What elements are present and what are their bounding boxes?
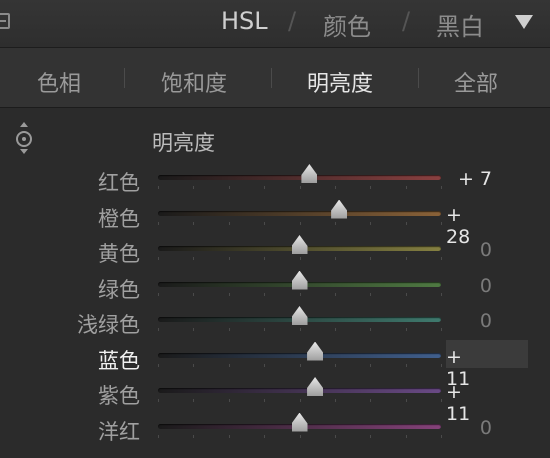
slider-label: 黄色 — [98, 242, 140, 266]
slider-thumb[interactable] — [291, 235, 308, 254]
tab-hue[interactable]: 色相 — [37, 66, 81, 98]
slider-label: 橙色 — [98, 206, 140, 231]
tab-saturation[interactable]: 饱和度 — [161, 66, 227, 98]
slider-row: 浅绿色 0 — [0, 304, 550, 340]
slider-track[interactable] — [158, 235, 441, 254]
tab-luminance[interactable]: 明亮度 — [307, 66, 373, 98]
slider-value: 0 — [479, 310, 492, 332]
slider-ticks — [158, 257, 442, 260]
slider-track[interactable] — [158, 270, 441, 290]
slider-value-field[interactable]: 0 — [446, 233, 528, 261]
slider-row: 红色 + 7 — [0, 162, 550, 198]
slider-label: 洋红 — [98, 419, 140, 444]
slider-ticks — [158, 221, 442, 225]
tab-divider — [124, 68, 125, 88]
slider-value: 0 — [479, 274, 492, 297]
slider-row: 绿色 0 — [0, 269, 550, 305]
slider-value-field[interactable]: 0 — [446, 304, 528, 332]
slider-track[interactable] — [158, 341, 441, 361]
slider-row: 紫色 + 11 — [0, 375, 550, 425]
slider-ticks — [158, 363, 442, 367]
slider-value: 0 — [479, 416, 492, 439]
header-separator: / — [288, 7, 297, 35]
slider-thumb[interactable] — [301, 164, 318, 183]
slider-value-field[interactable]: + 11 — [446, 339, 528, 390]
slider-row: 黄色 0 — [0, 233, 550, 269]
slider-value-field[interactable]: + 7 — [446, 162, 528, 190]
slider-thumb[interactable] — [331, 199, 348, 219]
header-tab-color[interactable]: 颜色 — [323, 7, 371, 42]
slider-row: 橙色 + 28 — [0, 198, 550, 248]
slider-ticks — [158, 292, 442, 296]
tab-all[interactable]: 全部 — [454, 66, 498, 98]
slider-track[interactable] — [158, 412, 441, 432]
header-tab-bw[interactable]: 黑白 — [436, 7, 484, 42]
slider-row: 洋红 0 — [0, 411, 550, 447]
slider-thumb[interactable] — [291, 270, 308, 290]
targeted-adjustment-icon[interactable] — [14, 122, 34, 162]
slider-label: 绿色 — [98, 277, 140, 302]
slider-label: 蓝色 — [98, 348, 140, 373]
slider-thumb[interactable] — [307, 377, 324, 396]
slider-track[interactable] — [158, 164, 441, 183]
slider-track[interactable] — [158, 377, 441, 396]
slider-thumb[interactable] — [291, 306, 308, 325]
header-separator: / — [402, 7, 411, 35]
tab-divider — [418, 68, 419, 88]
slider-ticks — [158, 434, 442, 438]
slider-thumb[interactable] — [307, 341, 324, 361]
slider-label: 紫色 — [98, 384, 140, 408]
hsl-mode-tabs: 色相 饱和度 明亮度 全部 — [0, 48, 550, 108]
triangle-down-icon[interactable] — [515, 15, 533, 29]
slider-value: 0 — [479, 239, 492, 261]
slider-value: + 7 — [457, 168, 492, 190]
tab-divider — [271, 68, 272, 88]
slider-thumb[interactable] — [291, 412, 308, 432]
slider-ticks — [158, 399, 442, 402]
slider-track[interactable] — [158, 199, 441, 219]
slider-value-field[interactable]: 0 — [446, 269, 528, 297]
header-tab-hsl[interactable]: HSL — [221, 7, 268, 35]
panel-header: HSL / 颜色 / 黑白 — [0, 0, 550, 48]
collapse-square-icon[interactable] — [0, 13, 10, 29]
slider-value-field[interactable]: + 11 — [446, 375, 528, 425]
slider-ticks — [158, 186, 442, 189]
slider-value-field[interactable]: 0 — [446, 411, 528, 439]
slider-value-field[interactable]: + 28 — [446, 198, 528, 248]
slider-track[interactable] — [158, 306, 441, 325]
slider-row: 蓝色 + 11 — [0, 339, 550, 390]
slider-ticks — [158, 328, 442, 331]
slider-label: 红色 — [98, 171, 140, 195]
section-title: 明亮度 — [152, 131, 215, 155]
slider-label: 浅绿色 — [77, 313, 140, 337]
